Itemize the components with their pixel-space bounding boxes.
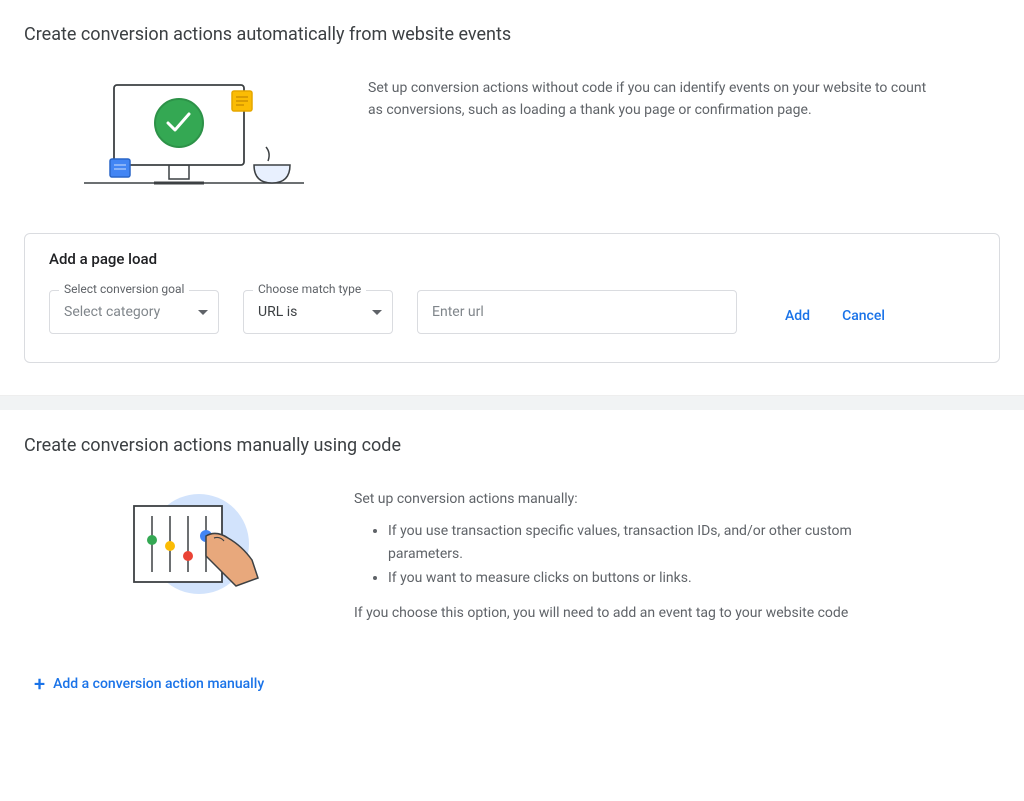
add-conversion-manually-button[interactable]: + Add a conversion action manually [24,674,1000,694]
manual-description: Set up conversion actions manually: If y… [354,484,914,634]
match-type-field: Choose match type URL is [243,290,393,334]
form-row: Select conversion goal Select category C… [49,290,975,334]
auto-conversion-section: Create conversion actions automatically … [0,0,1024,395]
caret-down-icon [198,310,208,315]
manual-bullet: If you want to measure clicks on buttons… [388,567,914,589]
manual-intro: Set up conversion actions manually: [354,488,914,510]
cancel-button[interactable]: Cancel [842,308,885,324]
url-input[interactable] [417,290,737,334]
hero-row: Set up conversion actions without code i… [24,73,1000,193]
card-title: Add a page load [49,250,975,268]
card-actions: Add Cancel [785,308,885,334]
sliders-hand-illustration [114,484,264,604]
section-title: Create conversion actions manually using… [24,435,1000,456]
conversion-goal-value: Select category [64,304,160,320]
match-type-select[interactable]: URL is [243,290,393,334]
section-title: Create conversion actions automatically … [24,24,1000,45]
manual-bullet: If you use transaction specific values, … [388,520,914,565]
conversion-goal-select[interactable]: Select category [49,290,219,334]
section-description: Set up conversion actions without code i… [368,73,928,122]
conversion-goal-label: Select conversion goal [59,282,189,296]
monitor-checkmark-illustration [84,73,304,193]
add-button[interactable]: Add [785,308,810,324]
manual-conversion-section: Create conversion actions manually using… [0,411,1024,726]
caret-down-icon [372,310,382,315]
match-type-label: Choose match type [253,282,366,296]
add-manual-label: Add a conversion action manually [53,676,264,692]
url-field [417,290,737,334]
section-divider [0,395,1024,411]
manual-outro: If you choose this option, you will need… [354,602,914,624]
plus-icon: + [34,674,45,694]
match-type-value: URL is [258,304,297,320]
hero-row: Set up conversion actions manually: If y… [24,484,1000,634]
conversion-goal-field: Select conversion goal Select category [49,290,219,334]
add-page-load-card: Add a page load Select conversion goal S… [24,233,1000,363]
